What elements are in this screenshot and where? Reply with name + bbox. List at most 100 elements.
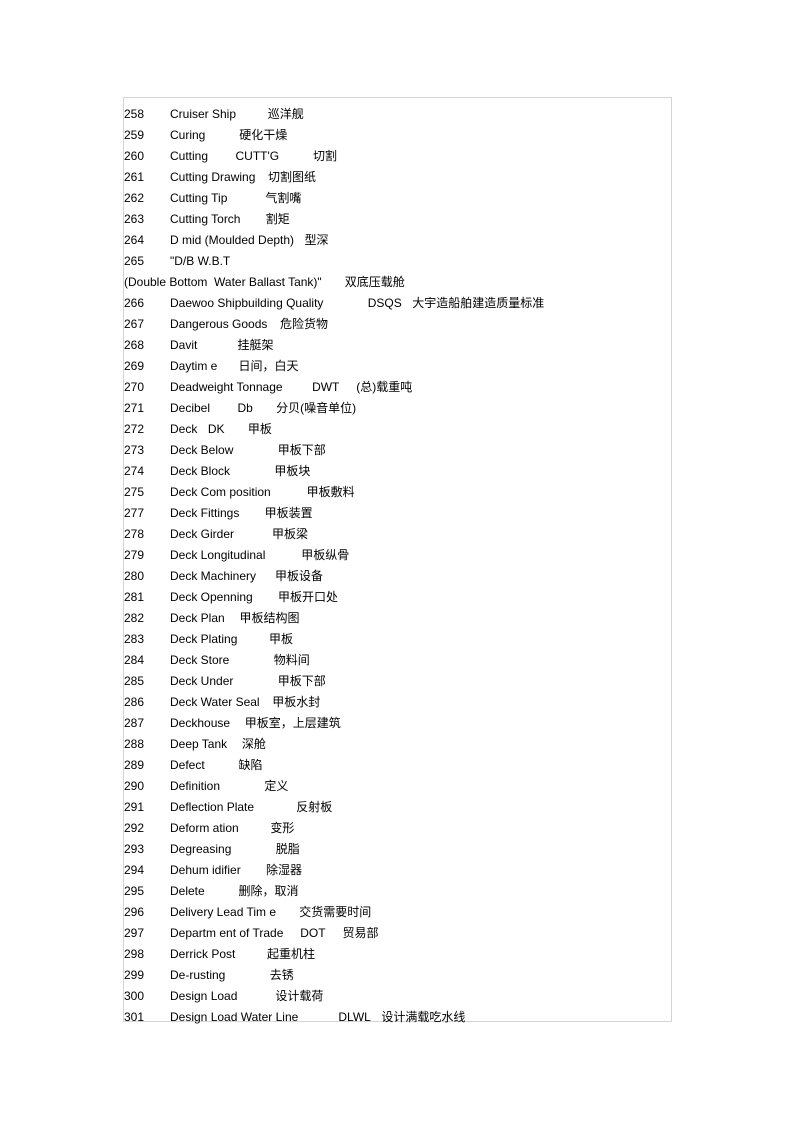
chinese-translation: 甲板结构图	[239, 611, 300, 625]
chinese-translation: 甲板敷料	[306, 485, 355, 499]
chinese-translation-continued: 双底压载舱	[344, 275, 405, 289]
glossary-table-container: 258 Cruiser Ship 巡洋舰 259 Curing 硬化干燥 260 Cuttin…	[123, 97, 672, 1024]
row-content: Deadweight Tonnage DWT (总)载重吨	[170, 377, 671, 398]
row-content: Deckhouse 甲板室，上层建筑	[170, 713, 671, 734]
table-row: 286 Deck Water Seal 甲板水封	[124, 692, 671, 713]
row-content: Deform ation 变形	[170, 818, 671, 839]
chinese-translation: 危险货物	[280, 317, 329, 331]
chinese-translation: 硬化干燥	[239, 128, 288, 142]
chinese-translation: 物料间	[273, 653, 310, 667]
chinese-translation: 交货需要时间	[299, 905, 372, 919]
row-content: Deck Below 甲板下部	[170, 440, 671, 461]
row-content: Deck Fittings 甲板装置	[170, 503, 671, 524]
row-index: 289	[124, 758, 145, 772]
english-term: Deck Longitudinal	[170, 548, 266, 562]
row-content: Decibel Db 分贝(噪音单位)	[170, 398, 671, 419]
abbreviation: DSQS	[367, 296, 402, 310]
table-row: 258 Cruiser Ship 巡洋舰	[124, 98, 671, 125]
table-row: 281 Deck Openning 甲板开口处	[124, 587, 671, 608]
chinese-translation: 甲板纵骨	[301, 548, 350, 562]
row-content: Deck Girder 甲板梁	[170, 524, 671, 545]
row-index: 285	[124, 674, 145, 688]
abbreviation: DWT	[312, 380, 340, 394]
row-content: Davit 挂艇架	[170, 335, 671, 356]
row-content: Departm ent of Trade DOT 贸易部	[170, 923, 671, 944]
row-index: 278	[124, 527, 145, 541]
english-term: Deep Tank	[170, 737, 228, 751]
table-row: 297 Departm ent of Trade DOT 贸易部	[124, 923, 671, 944]
chinese-translation: 挂艇架	[237, 338, 274, 352]
english-term: Daewoo Shipbuilding Quality	[170, 296, 324, 310]
row-index: 287	[124, 716, 145, 730]
row-content: Deep Tank 深舱	[170, 734, 671, 755]
table-row: 290 Definition 定义	[124, 776, 671, 797]
row-index: 299	[124, 968, 145, 982]
row-content: Cutting CUTT'G 切割	[170, 146, 671, 167]
english-term: Deck Below	[170, 443, 234, 457]
row-content: Definition 定义	[170, 776, 671, 797]
chinese-translation: 切割图纸	[267, 170, 316, 184]
table-row: 264 D mid (Moulded Depth) 型深	[124, 230, 671, 251]
row-index: 274	[124, 464, 145, 478]
glossary-table-body: 258 Cruiser Ship 巡洋舰 259 Curing 硬化干燥 260 Cuttin…	[124, 98, 671, 1028]
abbreviation: CUTT'G	[235, 149, 280, 163]
chinese-translation: 甲板装置	[264, 506, 313, 520]
chinese-translation: 反射板	[296, 800, 333, 814]
row-index: 263	[124, 212, 145, 226]
english-term: Deck Fittings	[170, 506, 240, 520]
row-index: 297	[124, 926, 145, 940]
abbreviation: DK	[207, 422, 225, 436]
english-term: Delivery Lead Tim e	[170, 905, 277, 919]
english-term: Daytim e	[170, 359, 218, 373]
english-term: Deck Openning	[170, 590, 253, 604]
chinese-translation: 气割嘴	[265, 191, 302, 205]
row-index: 261	[124, 170, 145, 184]
row-content: Deck Plating 甲板	[170, 629, 671, 650]
english-term: Cutting	[170, 149, 209, 163]
chinese-translation: 大宇造船舶建造质量标准	[412, 296, 545, 310]
english-term: De-rusting	[170, 968, 226, 982]
row-content: Dehum idifier 除湿器	[170, 860, 671, 881]
row-content: Deflection Plate 反射板	[170, 797, 671, 818]
row-content: D mid (Moulded Depth) 型深	[170, 230, 671, 251]
table-row: 274 Deck Block 甲板块	[124, 461, 671, 482]
row-index: 293	[124, 842, 145, 856]
chinese-translation: 甲板下部	[277, 443, 326, 457]
chinese-translation: 甲板开口处	[278, 590, 339, 604]
table-row: 270 Deadweight Tonnage DWT (总)载重吨	[124, 377, 671, 398]
chinese-translation: 甲板设备	[274, 569, 323, 583]
row-index: 277	[124, 506, 145, 520]
row-index: 291	[124, 800, 145, 814]
row-index: 283	[124, 632, 145, 646]
row-index: 279	[124, 548, 145, 562]
english-term: Degreasing	[170, 842, 232, 856]
row-index: 280	[124, 569, 145, 583]
chinese-translation: 分贝(噪音单位)	[276, 401, 357, 415]
table-row: 272 Deck DK 甲板	[124, 419, 671, 440]
row-content: Cutting Tip 气割嘴	[170, 188, 671, 209]
table-row: 280 Deck Machinery 甲板设备	[124, 566, 671, 587]
row-index: 295	[124, 884, 145, 898]
row-content: Deck Block 甲板块	[170, 461, 671, 482]
row-content: Defect 缺陷	[170, 755, 671, 776]
english-term: Davit	[170, 338, 198, 352]
row-content: Deck Plan 甲板结构图	[170, 608, 671, 629]
table-row: 295 Delete 删除，取消	[124, 881, 671, 902]
abbreviation: DLWL	[338, 1010, 371, 1024]
table-row: 259 Curing 硬化干燥	[124, 125, 671, 146]
table-row: 260 Cutting CUTT'G 切割	[124, 146, 671, 167]
chinese-translation: 甲板水封	[272, 695, 321, 709]
row-index: 266	[124, 296, 145, 310]
row-content: Daewoo Shipbuilding Quality DSQS 大宇造船舶建造质量…	[170, 293, 671, 314]
chinese-translation: 巡洋舰	[267, 107, 304, 121]
table-row: 271 Decibel Db 分贝(噪音单位)	[124, 398, 671, 419]
row-content: Cruiser Ship 巡洋舰	[170, 98, 671, 125]
row-index: 286	[124, 695, 145, 709]
row-content: Deck DK 甲板	[170, 419, 671, 440]
english-term: Design Load Water Line	[170, 1010, 299, 1024]
chinese-translation: 甲板	[247, 422, 272, 436]
row-content: Dangerous Goods 危险货物	[170, 314, 671, 335]
chinese-translation: 日间，白天	[238, 359, 299, 373]
row-index: 271	[124, 401, 145, 415]
table-row: 287 Deckhouse 甲板室，上层建筑	[124, 713, 671, 734]
